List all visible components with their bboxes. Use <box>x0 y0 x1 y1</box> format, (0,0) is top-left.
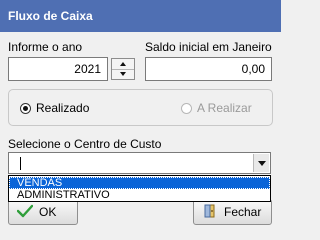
fechar-button-label: Fechar <box>224 205 262 219</box>
saldo-label: Saldo inicial em Janeiro <box>145 40 272 54</box>
centro-custo-label: Selecione o Centro de Custo <box>8 137 162 151</box>
tipo-groupbox: Realizado A Realizar <box>8 89 273 126</box>
text-caret <box>20 157 21 170</box>
ano-input[interactable]: 2021 <box>8 57 108 81</box>
radio-realizado-circle <box>20 102 31 114</box>
chevron-down-icon <box>257 160 266 166</box>
radio-selected-dot <box>23 105 28 111</box>
arrow-down-icon <box>120 72 126 76</box>
window-title: Fluxo de Caixa <box>0 0 281 32</box>
ok-button[interactable]: OK <box>8 199 78 225</box>
combobox-dropdown-button[interactable] <box>253 154 269 172</box>
radio-a-realizar-circle <box>181 102 192 114</box>
exit-door-icon <box>202 203 218 222</box>
centro-custo-dropdown-list[interactable]: VENDAS ADMINISTRATIVO <box>8 175 271 202</box>
dropdown-option-administrativo[interactable]: ADMINISTRATIVO <box>9 189 270 201</box>
ok-button-label: OK <box>39 205 57 219</box>
radio-a-realizar-label: A Realizar <box>197 101 252 115</box>
radio-realizado-label: Realizado <box>36 101 90 115</box>
radio-a-realizar[interactable]: A Realizar <box>181 101 252 115</box>
saldo-input[interactable]: 0,00 <box>145 57 272 81</box>
centro-custo-combobox[interactable] <box>8 152 271 174</box>
spin-down-button[interactable] <box>112 69 134 79</box>
ano-spinner[interactable] <box>111 58 135 80</box>
ano-label: Informe o ano <box>8 40 83 54</box>
check-icon <box>16 204 34 221</box>
dropdown-option-vendas[interactable]: VENDAS <box>9 177 270 189</box>
radio-realizado[interactable]: Realizado <box>20 101 89 115</box>
arrow-up-icon <box>120 62 126 66</box>
fechar-button[interactable]: Fechar <box>193 199 272 225</box>
